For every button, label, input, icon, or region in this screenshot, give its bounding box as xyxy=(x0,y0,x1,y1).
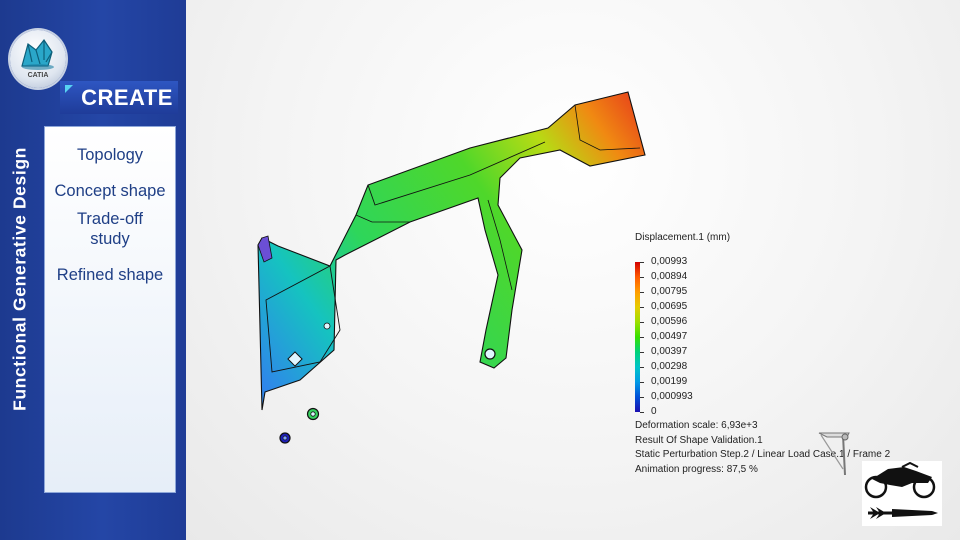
legend-title: Displacement.1 (mm) xyxy=(635,232,731,243)
legend-tick xyxy=(640,397,644,398)
legend-tick-label: 0,00695 xyxy=(651,301,688,312)
legend-tick xyxy=(640,322,644,323)
legend-tick-label: 0,00993 xyxy=(651,256,688,267)
bracket-body xyxy=(257,91,646,411)
hole-circle-icon xyxy=(484,348,496,360)
legend-tick xyxy=(640,292,644,293)
legend-tick-label: 0,00596 xyxy=(651,316,688,327)
legend-tick xyxy=(640,337,644,338)
bracket-icon[interactable] xyxy=(815,425,855,485)
legend-tick-label: 0 xyxy=(651,406,657,417)
legend-tick xyxy=(640,277,644,278)
legend-tick xyxy=(640,382,644,383)
legend-tick-label: 0,00497 xyxy=(651,331,688,342)
legend-tick-label: 0,00894 xyxy=(651,271,688,282)
legend-tick xyxy=(640,307,644,308)
legend-tick xyxy=(640,262,644,263)
legend-tick-label: 0,00199 xyxy=(651,376,688,387)
legend-tick xyxy=(640,352,644,353)
legend-tick-label: 0,00795 xyxy=(651,286,688,297)
legend-tick xyxy=(640,367,644,368)
legend-tick-label: 0,00298 xyxy=(651,361,688,372)
legend-tick-label: 0,00397 xyxy=(651,346,688,357)
legend-tick xyxy=(640,412,644,413)
legend-tick-label: 0,000993 xyxy=(651,391,693,402)
motorcycle-logo-icon xyxy=(862,461,942,526)
